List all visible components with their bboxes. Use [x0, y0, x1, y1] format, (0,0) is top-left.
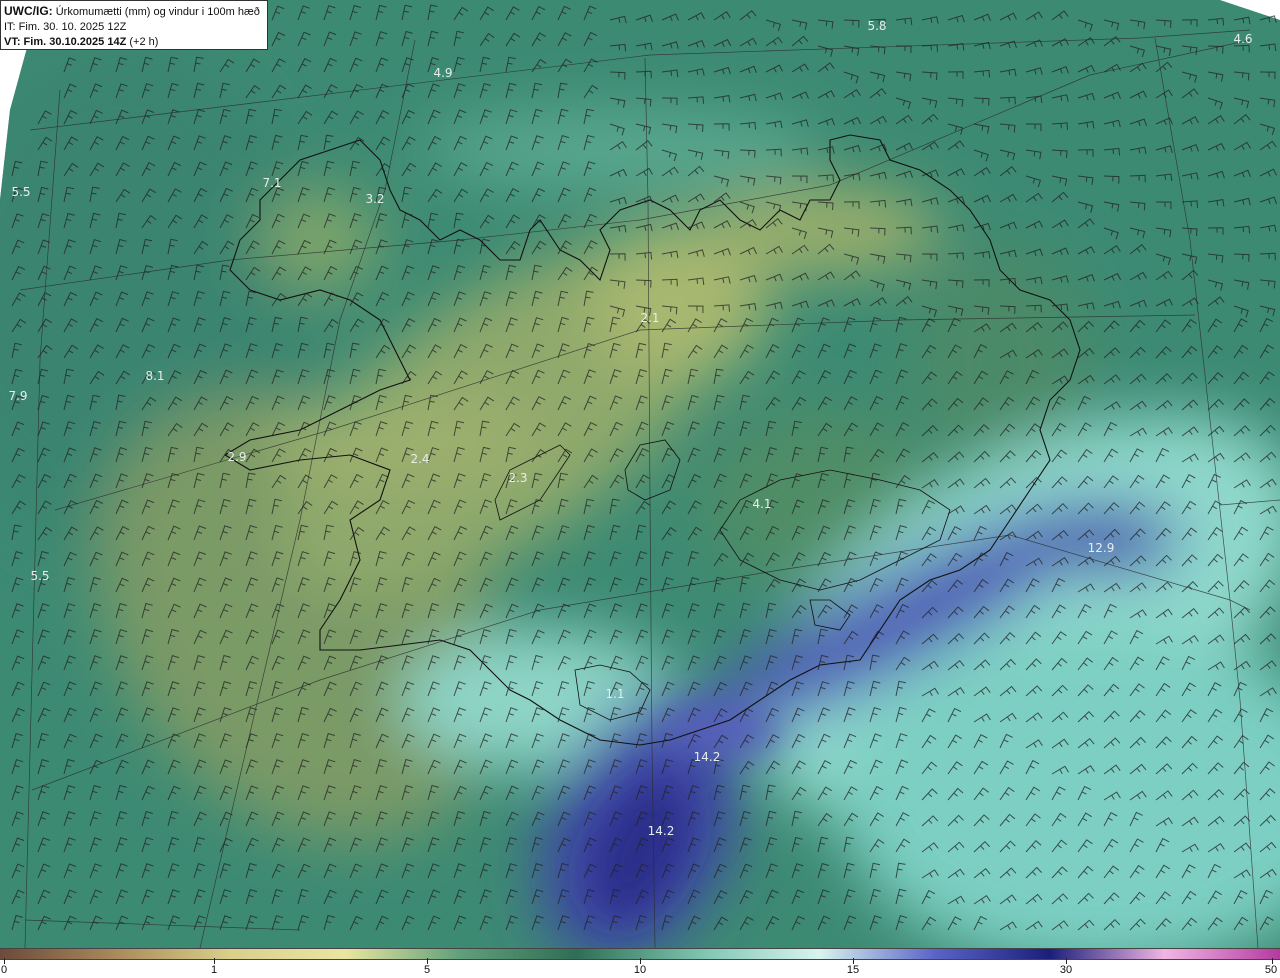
- value-label: 2.9: [227, 450, 247, 464]
- value-label: 2.1: [640, 311, 660, 325]
- value-label: 8.1: [145, 369, 165, 383]
- colorbar-tick-label: 0: [0, 964, 8, 976]
- value-label: 12.9: [1087, 541, 1115, 555]
- field-title: Úrkomumætti (mm) og vindur i 100m hæð: [55, 6, 260, 18]
- valid-time-main: VT: Fim. 30.10.2025 14Z: [4, 36, 127, 48]
- colorbar-tick-label: 30: [1059, 964, 1073, 976]
- precipitation-field: [0, 0, 1280, 948]
- value-label: 7.1: [262, 176, 282, 190]
- map-title: UWC/IG: Úrkomumætti (mm) og vindur i 100…: [4, 4, 264, 20]
- value-label: 5.5: [11, 185, 31, 199]
- precipitation-wind-map: [0, 0, 1280, 948]
- value-label: 2.3: [508, 471, 528, 485]
- value-label: 1.1: [605, 687, 625, 701]
- value-label: 5.5: [30, 569, 50, 583]
- value-label: 7.9: [8, 389, 28, 403]
- value-label: 4.6: [1233, 32, 1253, 46]
- init-time: IT: Fim. 30. 10. 2025 12Z: [4, 21, 127, 33]
- value-label: 2.4: [410, 452, 430, 466]
- model-code: UWC/IG:: [4, 4, 53, 18]
- value-label: 14.2: [647, 824, 675, 838]
- colorbar-tick-label: 50: [1264, 964, 1278, 976]
- map-header: UWC/IG: Úrkomumætti (mm) og vindur i 100…: [0, 0, 268, 50]
- colorbar-tick-label: 1: [210, 964, 218, 976]
- colorbar-tick-label: 5: [423, 964, 431, 976]
- value-label: 3.2: [365, 192, 385, 206]
- value-label: 5.8: [867, 19, 887, 33]
- colorbar-tick-label: 15: [846, 964, 860, 976]
- forecast-offset: (+2 h): [126, 36, 159, 48]
- value-label: 4.1: [752, 497, 772, 511]
- value-label: 14.2: [693, 750, 721, 764]
- value-label: 4.9: [433, 66, 453, 80]
- valid-time: VT: Fim. 30.10.2025 14Z (+2 h): [4, 35, 264, 50]
- colorbar-tick-label: 10: [633, 964, 647, 976]
